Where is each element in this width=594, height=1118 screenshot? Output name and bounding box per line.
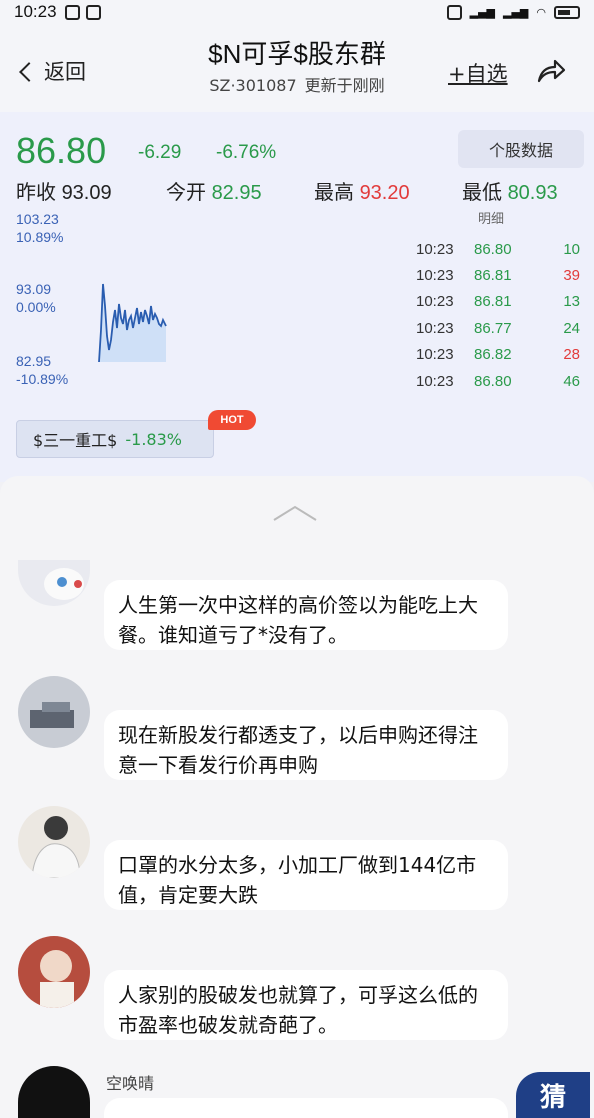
comment-bubble[interactable]: 人生第一次中这样的高价签以为能吃上大餐。谁知道亏了*没有了。	[104, 580, 508, 650]
image-notification-icon	[85, 4, 101, 20]
tick-time: 10:23	[416, 372, 454, 390]
stock-data-button[interactable]: 个股数据	[458, 130, 584, 168]
hot-badge: HOT	[208, 410, 256, 430]
tick-price: 86.81	[474, 267, 512, 285]
chevron-up-icon[interactable]	[272, 504, 318, 522]
tick-price: 86.80	[474, 372, 512, 390]
tick-volume: 39	[563, 267, 580, 285]
update-status: 更新于刚刚	[304, 76, 385, 95]
tick-volume: 10	[563, 240, 580, 258]
guess-button[interactable]: 猜	[516, 1072, 590, 1118]
app-notification-icon	[64, 4, 80, 20]
tick-row: 10:23 86.81 39	[416, 262, 580, 288]
tick-volume: 46	[563, 372, 580, 390]
tick-row: 10:23 86.77 24	[416, 315, 580, 341]
tick-volume: 24	[563, 319, 580, 337]
ticks-list: 10:23 86.80 10 10:23 86.81 39 10:23 86.81 13 10:2…	[416, 236, 580, 394]
comment-bubble[interactable]	[104, 1098, 508, 1118]
intraday-chart[interactable]	[98, 280, 170, 364]
tick-price: 86.77	[474, 319, 512, 337]
header: 返回 $N可孚$股东群 SZ·301087 更新于刚刚 +自选	[0, 24, 594, 112]
related-stock-chip[interactable]: $三一重工$ -1.83%	[16, 420, 214, 458]
status-time: 10:23	[14, 2, 57, 21]
vibrate-icon	[446, 4, 462, 20]
share-icon[interactable]	[536, 58, 566, 84]
tick-row: 10:23 86.81 13	[416, 289, 580, 315]
stock-code: SZ·301087	[209, 76, 297, 95]
low-price: 最低 80.93	[462, 182, 558, 204]
tick-price: 86.81	[474, 293, 512, 311]
wifi-icon: ◠	[536, 5, 546, 19]
tick-volume: 13	[563, 293, 580, 311]
ticks-title: 明细	[478, 212, 505, 227]
battery-icon	[554, 5, 580, 19]
tick-price: 86.82	[474, 346, 512, 364]
tick-time: 10:23	[416, 267, 454, 285]
chart-bottom-label: 82.95 -10.89%	[16, 353, 69, 387]
related-stock-name: $三一重工$	[33, 431, 118, 450]
tick-volume: 28	[563, 346, 580, 364]
tick-time: 10:23	[416, 293, 454, 311]
signal-icon: ▂▄▆	[469, 5, 495, 19]
add-watchlist-button[interactable]: +自选	[448, 58, 508, 88]
status-bar: 10:23 ▂▄▆ ▂▄▆ ◠	[0, 0, 594, 24]
tick-time: 10:23	[416, 240, 454, 258]
open-price: 今开 82.95	[166, 182, 262, 204]
tick-row: 10:23 86.80 46	[416, 368, 580, 394]
chart-mid-label: 93.09 0.00%	[16, 281, 56, 315]
comment-bubble[interactable]: 现在新股发行都透支了，以后申购还得注意一下看发行价再申购	[104, 710, 508, 780]
avatar[interactable]	[18, 806, 90, 878]
tick-time: 10:23	[416, 319, 454, 337]
signal2-icon: ▂▄▆	[503, 5, 529, 19]
price-change-pct: -6.76%	[216, 142, 277, 163]
avatar[interactable]	[18, 676, 90, 748]
comment-author[interactable]: 空唤晴	[106, 1070, 154, 1094]
price-change: -6.29	[138, 142, 182, 163]
comment-bubble[interactable]: 人家别的股破发也就算了，可孚这么低的市盈率也破发就奇葩了。	[104, 970, 508, 1040]
comment-bubble[interactable]: 口罩的水分太多，小加工厂做到144亿市值，肯定要大跌	[104, 840, 508, 910]
quote-panel[interactable]: 86.80 -6.29 -6.76% 个股数据 昨收 93.09 今开 82.9…	[0, 112, 594, 482]
tick-row: 10:23 86.82 28	[416, 342, 580, 368]
avatar-image	[40, 950, 74, 1008]
high-price: 最高 93.20	[314, 182, 410, 204]
related-stock-change: -1.83%	[125, 429, 182, 449]
tick-row: 10:23 86.80 10	[416, 236, 580, 262]
avatar-image	[30, 702, 74, 728]
prev-close: 昨收 93.09	[16, 182, 112, 204]
avatar[interactable]	[18, 936, 90, 1008]
avatar-image	[31, 816, 81, 878]
chart-top-label: 103.23 10.89%	[16, 211, 64, 245]
tick-price: 86.80	[474, 240, 512, 258]
current-price: 86.80	[16, 130, 107, 171]
tick-time: 10:23	[416, 346, 454, 364]
